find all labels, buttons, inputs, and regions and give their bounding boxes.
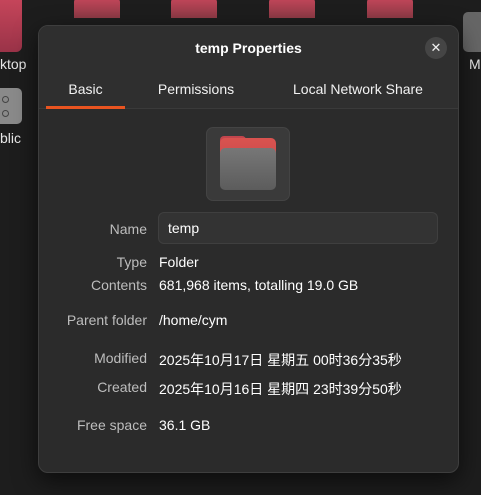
- desktop-item-label: blic: [0, 130, 22, 146]
- dialog-titlebar[interactable]: temp Properties ✕: [39, 26, 458, 70]
- type-label: Type: [116, 254, 147, 270]
- desktop-item-label: M: [469, 56, 481, 72]
- name-label: Name: [109, 221, 147, 237]
- desktop-item-label: ktop: [0, 56, 27, 72]
- modified-value: 2025年10月17日 星期五 00时36分35秒: [159, 352, 402, 368]
- created-value: 2025年10月16日 星期四 23时39分50秒: [159, 381, 402, 397]
- close-icon: ✕: [430, 40, 442, 55]
- folder-icon[interactable]: [171, 0, 217, 18]
- folder-icon[interactable]: [463, 12, 481, 52]
- tab-permissions[interactable]: Permissions: [146, 70, 246, 108]
- parent-folder-label: Parent folder: [66, 312, 147, 328]
- tab-bar: Basic Permissions Local Network Share: [39, 70, 458, 109]
- name-field[interactable]: temp: [158, 212, 438, 244]
- folder-icon[interactable]: [74, 0, 120, 18]
- contents-label: Contents: [90, 277, 147, 293]
- close-button[interactable]: ✕: [425, 37, 447, 59]
- name-value: temp: [168, 220, 200, 236]
- parent-folder-value[interactable]: /home/cym: [159, 312, 227, 328]
- properties-dialog: temp Properties ✕ Basic Permissions Loca…: [38, 25, 459, 473]
- tab-local-network-share[interactable]: Local Network Share: [279, 70, 437, 108]
- type-value: Folder: [159, 254, 199, 270]
- dialog-title: temp Properties: [195, 40, 302, 56]
- created-label: Created: [97, 379, 147, 395]
- free-space-label: Free space: [76, 417, 147, 433]
- desktop-background: ktop blic M temp Properties ✕ Basic Perm…: [0, 0, 481, 495]
- tab-basic[interactable]: Basic: [46, 70, 125, 109]
- contents-value: 681,968 items, totalling 19.0 GB: [159, 277, 359, 293]
- folder-icon[interactable]: [269, 0, 315, 18]
- modified-label: Modified: [94, 350, 147, 366]
- desktop-folder-icon[interactable]: [0, 0, 22, 52]
- folder-icon-button[interactable]: [206, 127, 290, 201]
- free-space-value: 36.1 GB: [159, 417, 211, 433]
- public-folder-icon[interactable]: [0, 88, 22, 124]
- folder-icon-front: [220, 148, 276, 190]
- folder-icon[interactable]: [367, 0, 413, 18]
